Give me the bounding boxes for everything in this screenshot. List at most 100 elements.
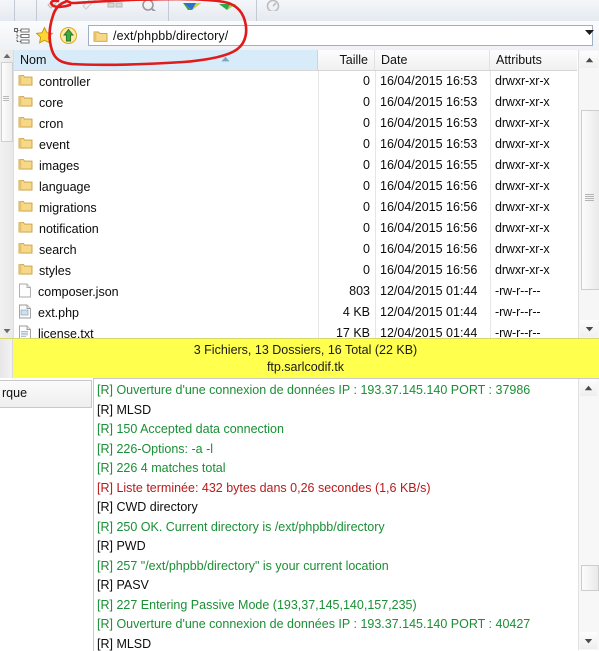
- scroll-up-button[interactable]: [580, 51, 598, 68]
- file-name-cell[interactable]: migrations: [14, 197, 318, 218]
- php-file-icon: [18, 304, 32, 322]
- scroll-up-icon[interactable]: [2, 51, 11, 60]
- dropdown-caret-icon[interactable]: [582, 25, 596, 38]
- toolbar-speed-icon[interactable]: [262, 0, 284, 11]
- tree-vertical-scrollbar[interactable]: [0, 50, 14, 338]
- toolbar-search-icon[interactable]: [138, 0, 160, 11]
- file-date-cell: 16/04/2015 16:53: [380, 95, 478, 109]
- file-name-cell[interactable]: cron: [14, 113, 318, 134]
- log-scroll-thumb[interactable]: [581, 565, 599, 591]
- file-date-cell: 16/04/2015 16:56: [380, 200, 478, 214]
- tree-list-icon[interactable]: [10, 24, 33, 47]
- file-size-cell: 17 KB: [335, 326, 370, 338]
- file-size-cell: 0: [363, 74, 370, 88]
- sort-ascending-icon: [221, 51, 230, 62]
- file-name-cell[interactable]: controller: [14, 71, 318, 92]
- table-row[interactable]: ext.php 4 KB 12/04/2015 01:44 -rw-r--r--: [14, 302, 577, 323]
- table-row[interactable]: images 0 16/04/2015 16:55 drwxr-xr-x: [14, 155, 577, 176]
- folder-icon: [18, 178, 33, 195]
- file-attributes-cell: drwxr-xr-x: [495, 158, 550, 172]
- side-panel-tab[interactable]: rque: [0, 380, 92, 408]
- file-name-cell[interactable]: core: [14, 92, 318, 113]
- file-size-cell: 4 KB: [342, 305, 370, 319]
- file-name-cell[interactable]: composer.json: [14, 281, 318, 302]
- file-name-label: search: [39, 242, 77, 257]
- log-vertical-scrollbar[interactable]: [578, 379, 599, 650]
- file-name-label: license.txt: [38, 326, 94, 339]
- log-line: [R] Ouverture d'une connexion de données…: [97, 617, 531, 631]
- table-row[interactable]: styles 0 16/04/2015 16:56 drwxr-xr-x: [14, 260, 577, 281]
- parent-directory-icon[interactable]: [57, 24, 80, 47]
- table-row[interactable]: migrations 0 16/04/2015 16:56 drwxr-xr-x: [14, 197, 577, 218]
- file-size-cell: 0: [363, 200, 370, 214]
- status-host: ftp.sarlcodif.tk: [266, 360, 345, 374]
- file-name-cell[interactable]: styles: [14, 260, 318, 281]
- table-row[interactable]: search 0 16/04/2015 16:56 drwxr-xr-x: [14, 239, 577, 260]
- file-size-cell: 0: [363, 95, 370, 109]
- path-input[interactable]: /ext/phpbb/directory/: [88, 25, 593, 46]
- file-name-cell[interactable]: event: [14, 134, 318, 155]
- toolbar-separator: [36, 0, 37, 21]
- file-name-label: controller: [39, 74, 91, 89]
- log-console[interactable]: [R] Ouverture d'une connexion de données…: [93, 378, 599, 651]
- file-name-label: ext.php: [38, 305, 80, 320]
- status-summary: 3 Fichiers, 13 Dossiers, 16 Total (22 KB…: [193, 343, 418, 357]
- file-attributes-cell: drwxr-xr-x: [495, 74, 550, 88]
- log-line: [R] 250 OK. Current directory is /ext/ph…: [97, 519, 385, 534]
- folder-icon: [18, 94, 33, 111]
- file-name-cell[interactable]: license.txt: [14, 323, 318, 338]
- tree-scroll-grip: [3, 96, 9, 101]
- file-date-cell: 16/04/2015 16:55: [380, 158, 478, 172]
- column-header-name[interactable]: Nom: [14, 50, 318, 70]
- toolbar-separator: [168, 0, 169, 21]
- toolbar-filter-icon[interactable]: [180, 0, 202, 11]
- file-size-cell: 0: [363, 116, 370, 130]
- scroll-down-button[interactable]: [580, 320, 598, 337]
- column-header-size[interactable]: Taille: [318, 50, 375, 70]
- file-list-scroll-grip: [585, 194, 594, 201]
- file-name-label: migrations: [39, 200, 97, 215]
- file-name-cell[interactable]: ext.php: [14, 302, 318, 323]
- log-scroll-down-button[interactable]: [580, 632, 597, 649]
- file-date-cell: 16/04/2015 16:53: [380, 116, 478, 130]
- toolbar-sync-icon[interactable]: [104, 0, 126, 11]
- log-line: [R] 226-Options: -a -l: [97, 441, 214, 456]
- folder-icon: [18, 136, 33, 153]
- file-attributes-cell: drwxr-xr-x: [495, 95, 550, 109]
- folder-icon: [18, 220, 33, 237]
- status-bar: 3 Fichiers, 13 Dossiers, 16 Total (22 KB…: [0, 338, 599, 379]
- file-name-label: event: [39, 137, 70, 152]
- table-row[interactable]: license.txt 17 KB 12/04/2015 01:44 -rw-r--r…: [14, 323, 577, 338]
- file-name-cell[interactable]: search: [14, 239, 318, 260]
- table-row[interactable]: composer.json 803 12/04/2015 01:44 -rw-r--r…: [14, 281, 577, 302]
- file-name-cell[interactable]: notification: [14, 218, 318, 239]
- file-list-vertical-scrollbar[interactable]: [578, 50, 599, 338]
- file-attributes-cell: drwxr-xr-x: [495, 221, 550, 235]
- table-row[interactable]: language 0 16/04/2015 16:56 drwxr-xr-x: [14, 176, 577, 197]
- column-header-attributes[interactable]: Attributs: [490, 50, 577, 70]
- toolbar-pencil-icon[interactable]: [78, 0, 100, 11]
- table-row[interactable]: event 0 16/04/2015 16:53 drwxr-xr-x: [14, 134, 577, 155]
- favorites-star-icon[interactable]: [33, 24, 56, 47]
- file-attributes-cell: drwxr-xr-x: [495, 200, 550, 214]
- table-row[interactable]: notification 0 16/04/2015 16:56 drwxr-xr-x: [14, 218, 577, 239]
- table-row[interactable]: cron 0 16/04/2015 16:53 drwxr-xr-x: [14, 113, 577, 134]
- file-attributes-cell: drwxr-xr-x: [495, 179, 550, 193]
- log-line: [R] MLSD: [97, 636, 152, 651]
- file-name-cell[interactable]: language: [14, 176, 318, 197]
- tree-scroll-thumb[interactable]: [1, 62, 13, 142]
- table-row[interactable]: controller 0 16/04/2015 16:53 drwxr-xr-x: [14, 71, 577, 92]
- file-name-label: notification: [39, 221, 99, 236]
- scroll-down-icon[interactable]: [2, 326, 11, 335]
- table-row[interactable]: core 0 16/04/2015 16:53 drwxr-xr-x: [14, 92, 577, 113]
- file-name-cell[interactable]: images: [14, 155, 318, 176]
- log-scroll-up-button[interactable]: [580, 379, 597, 396]
- file-list-body[interactable]: controller 0 16/04/2015 16:53 drwxr-xr-x cor…: [14, 71, 577, 338]
- toolbar-edit-icon[interactable]: [44, 0, 66, 11]
- log-line: [R] CWD directory: [97, 500, 198, 514]
- toolbar-compare-icon[interactable]: [216, 0, 238, 11]
- file-name-label: core: [39, 95, 64, 110]
- column-header-date[interactable]: Date: [375, 50, 490, 70]
- toolbar-separator: [14, 0, 15, 21]
- log-line: [R] Ouverture d'une connexion de données…: [97, 383, 531, 397]
